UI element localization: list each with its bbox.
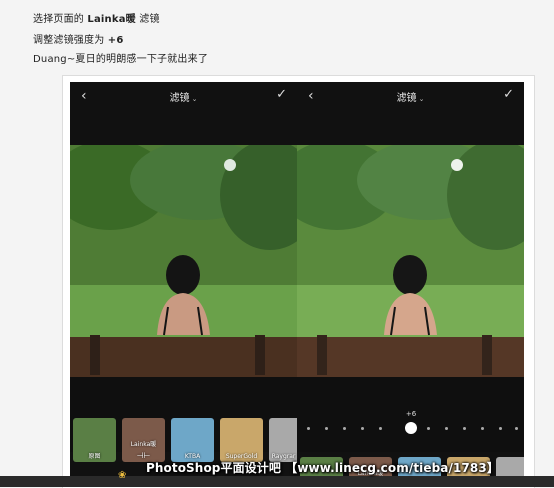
filter-tab-icon[interactable]: ❀ xyxy=(118,470,126,481)
phone-screenshot-filter-strength: ‹ 滤镜 ⌄ ✓ +6 Lainka暖 xyxy=(297,82,524,487)
slider-tick xyxy=(481,427,484,430)
photo-preview xyxy=(70,145,297,452)
intro-line-3: Duang~夏日的明朗感一下子就出来了 xyxy=(33,50,208,65)
phone-screenshot-filter-list: ‹ 滤镜 ⌄ ✓ 原图 Lainka暖 ⊣⊢ KTBA SuperGold Ra… xyxy=(70,82,297,487)
chevron-down-icon: ⌄ xyxy=(418,95,425,103)
slider-tick xyxy=(379,427,382,430)
slider-value: +6 xyxy=(405,410,417,418)
slider-tick xyxy=(427,427,430,430)
strength-slider[interactable]: +6 xyxy=(297,410,524,442)
slider-tick xyxy=(499,427,502,430)
intro-line-2: 调整滤镜强度为 +6 xyxy=(33,31,124,46)
slider-knob[interactable] xyxy=(405,422,417,434)
filter-thumb-lainka[interactable]: Lainka暖 ⊣⊢ xyxy=(122,418,165,462)
slider-tick xyxy=(463,427,466,430)
slider-tick xyxy=(343,427,346,430)
watermark: PhotoShop平面设计吧 【www.linecg.com/tieba/178… xyxy=(146,461,499,475)
filter-thumb-raygrar[interactable]: Raygrar 文传 xyxy=(269,418,297,462)
slider-tick xyxy=(445,427,448,430)
slider-tick xyxy=(361,427,364,430)
top-bar: ‹ 滤镜 ⌄ ✓ xyxy=(297,82,524,112)
confirm-icon[interactable]: ✓ xyxy=(276,87,287,102)
intro-text: Duang~夏日的明朗感一下子就出来了 xyxy=(33,54,209,65)
filter-title[interactable]: 滤镜 ⌄ xyxy=(70,89,297,104)
filter-name-text: Lainka暖 xyxy=(87,14,136,25)
filter-thumb-ktba[interactable]: KTBA xyxy=(171,418,214,462)
intro-text: 滤镜 xyxy=(135,14,160,25)
slider-tick xyxy=(307,427,310,430)
photo-preview xyxy=(297,145,524,452)
slider-tick xyxy=(515,427,518,430)
bottom-bar xyxy=(0,476,554,487)
filter-title[interactable]: 滤镜 ⌄ xyxy=(297,89,524,104)
confirm-icon[interactable]: ✓ xyxy=(503,87,514,102)
filter-thumb-original[interactable]: 原图 xyxy=(73,418,116,462)
intro-text: 选择页面的 xyxy=(33,14,88,25)
intro-line-1: 选择页面的 Lainka暖 滤镜 xyxy=(33,10,160,25)
top-bar: ‹ 滤镜 ⌄ ✓ xyxy=(70,82,297,112)
filter-thumb-supergold[interactable]: SuperGold xyxy=(220,418,263,462)
intro-text: 调整滤镜强度为 xyxy=(33,35,108,46)
slider-tick xyxy=(325,427,328,430)
strength-value-text: +6 xyxy=(107,35,124,46)
chevron-down-icon: ⌄ xyxy=(191,95,198,103)
